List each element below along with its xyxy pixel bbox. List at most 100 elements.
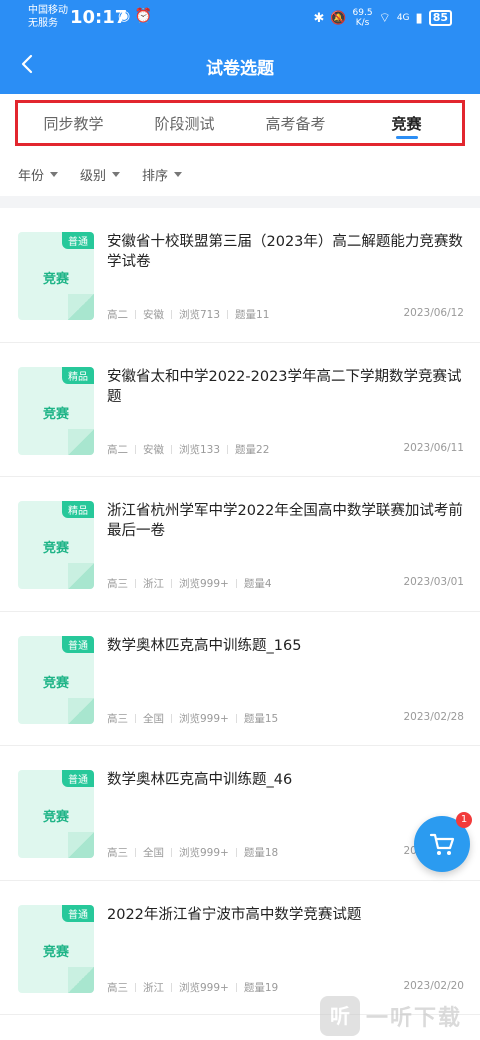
question-count: 题量11 [235,309,270,321]
views: 浏览999+ [179,578,229,590]
paper-cover: 普通 竞赛 [18,770,94,858]
cover-label: 竞赛 [42,675,69,691]
watermark: 听 一听下载 [320,996,462,1036]
region: 浙江 [143,578,164,590]
caret-down-icon [174,171,183,177]
paper-title: 浙江省杭州学军中学2022年全国高中数学联赛加试考前最后一卷 [107,503,463,539]
question-count: 题量18 [243,847,279,859]
watermark-logo: 听 [320,996,360,1036]
separator [171,982,172,992]
caret-down-icon [50,171,59,177]
cart-icon [429,833,455,855]
paper-title: 数学奥林匹克高中训练题_46 [107,772,293,788]
region: 浙江 [143,981,164,994]
network-speed: 69.5 K/s [353,8,373,28]
bluetooth-icon: ✱ [313,10,325,26]
status-left-icons: ◉ ⏰ [118,8,152,24]
cover-label: 竞赛 [42,406,69,422]
paper-date: 2023/03/01 [403,576,464,588]
quality-tag: 普通 [62,770,94,787]
paper-title: 安徽省十校联盟第三届（2023年）高二解题能力竞赛数学试卷 [107,234,463,270]
question-count: 题量4 [243,578,272,590]
filter-label: 级别 [80,168,107,184]
separator [171,579,172,588]
paper-cover: 精品 竞赛 [18,501,94,589]
paper-cover: 普通 竞赛 [18,904,94,993]
paper-meta: 高三 浙江 浏览999+ 题量4 [107,576,272,591]
views: 浏览713 [179,309,221,321]
separator [171,310,172,319]
list-item[interactable]: 普通 竞赛 2022年浙江省宁波市高中数学竞赛试题 高三 浙江 浏览999+ 题… [0,881,480,1015]
paper-cover: 普通 竞赛 [18,635,94,724]
cover-label: 竞赛 [42,541,69,556]
quality-tag: 普通 [62,635,94,653]
question-count: 题量19 [243,981,279,994]
paper-meta: 高二 安徽 浏览713 题量11 [107,307,269,322]
status-right-icons: ✱ 🔕 69.5 K/s ⌔ 4G ▮ 85 [313,8,452,28]
list-item[interactable]: 普通 竞赛 安徽省十校联盟第三届（2023年）高二解题能力竞赛数学试卷 高二 安… [0,208,480,343]
separator [227,310,229,319]
tab-gaokao-prep[interactable]: 高考备考 [240,103,351,143]
separator [227,444,229,454]
filter-label: 年份 [18,168,45,184]
separator [171,713,172,723]
paper-date: 2023/02/20 [403,979,464,992]
page-fold-icon [68,563,94,589]
page-fold-icon [68,697,94,724]
caret-down-icon [112,171,121,177]
region: 全国 [143,847,164,859]
grade: 高三 [107,981,128,994]
list-item[interactable]: 普通 竞赛 数学奥林匹克高中训练题_165 高三 全国 浏览999+ 题量15 … [0,612,480,746]
cover-label: 竞赛 [42,810,69,825]
signal-icon: ▮ [415,10,423,26]
paper-cover: 普通 竞赛 [18,232,94,320]
separator [135,579,136,588]
list-item[interactable]: 精品 竞赛 浙江省杭州学军中学2022年全国高中数学联赛加试考前最后一卷 高三 … [0,477,480,612]
page-fold-icon [68,832,94,858]
paper-meta: 高二 安徽 浏览133 题量22 [107,442,269,457]
paper-title: 数学奥林匹克高中训练题_165 [107,637,302,654]
watermark-text: 一听下载 [366,1006,463,1031]
paper-cover: 精品 竞赛 [18,366,94,455]
alarm-icon: ⏰ [134,8,153,24]
grade: 高三 [107,847,128,859]
separator [135,310,136,319]
question-count: 题量15 [243,712,279,725]
filter-year[interactable]: 年份 [18,165,59,184]
separator [171,444,172,454]
views: 浏览999+ [179,847,229,859]
tab-competition[interactable]: 竞赛 [351,103,462,143]
section-divider [0,196,480,208]
category-tabs: 同步教学 阶段测试 高考备考 竞赛 [0,94,480,150]
tabs-highlight-box: 同步教学 阶段测试 高考备考 竞赛 [15,100,465,146]
paper-meta: 高三 浙江 浏览999+ 题量19 [107,980,278,995]
paper-title: 2022年浙江省宁波市高中数学竞赛试题 [107,906,362,923]
grade: 高二 [107,443,128,456]
separator [135,444,136,454]
paper-meta: 高三 全国 浏览999+ 题量18 [107,845,278,860]
battery-level: 85 [428,10,452,26]
filter-sort[interactable]: 排序 [142,165,183,184]
carrier-info: 中国移动 无服务 [28,4,68,30]
wifi-icon: ⌔ [378,11,391,26]
grade: 高三 [107,712,128,725]
region: 安徽 [143,443,164,456]
separator [171,848,172,857]
grade: 高三 [107,578,128,590]
cover-label: 竞赛 [42,944,69,960]
filter-level[interactable]: 级别 [80,165,121,184]
separator [135,982,136,992]
separator [135,848,136,857]
list-item[interactable]: 精品 竞赛 安徽省太和中学2022-2023学年高二下学期数学竞赛试题 高二 安… [0,343,480,477]
paper-title: 安徽省太和中学2022-2023学年高二下学期数学竞赛试题 [107,368,462,405]
status-bar: 中国移动 无服务 10:17 ◉ ⏰ ✱ 🔕 69.5 K/s ⌔ 4G ▮ 8… [0,0,480,36]
tab-sync-teaching[interactable]: 同步教学 [18,103,129,143]
separator [235,579,237,588]
region: 全国 [143,712,164,725]
question-count: 题量22 [235,443,270,456]
mute-icon: 🔕 [330,10,347,26]
list-item[interactable]: 普通 竞赛 数学奥林匹克高中训练题_46 高三 全国 浏览999+ 题量18 2… [0,746,480,881]
quality-tag: 普通 [62,904,94,922]
tab-stage-test[interactable]: 阶段测试 [129,103,240,143]
separator [235,848,237,857]
